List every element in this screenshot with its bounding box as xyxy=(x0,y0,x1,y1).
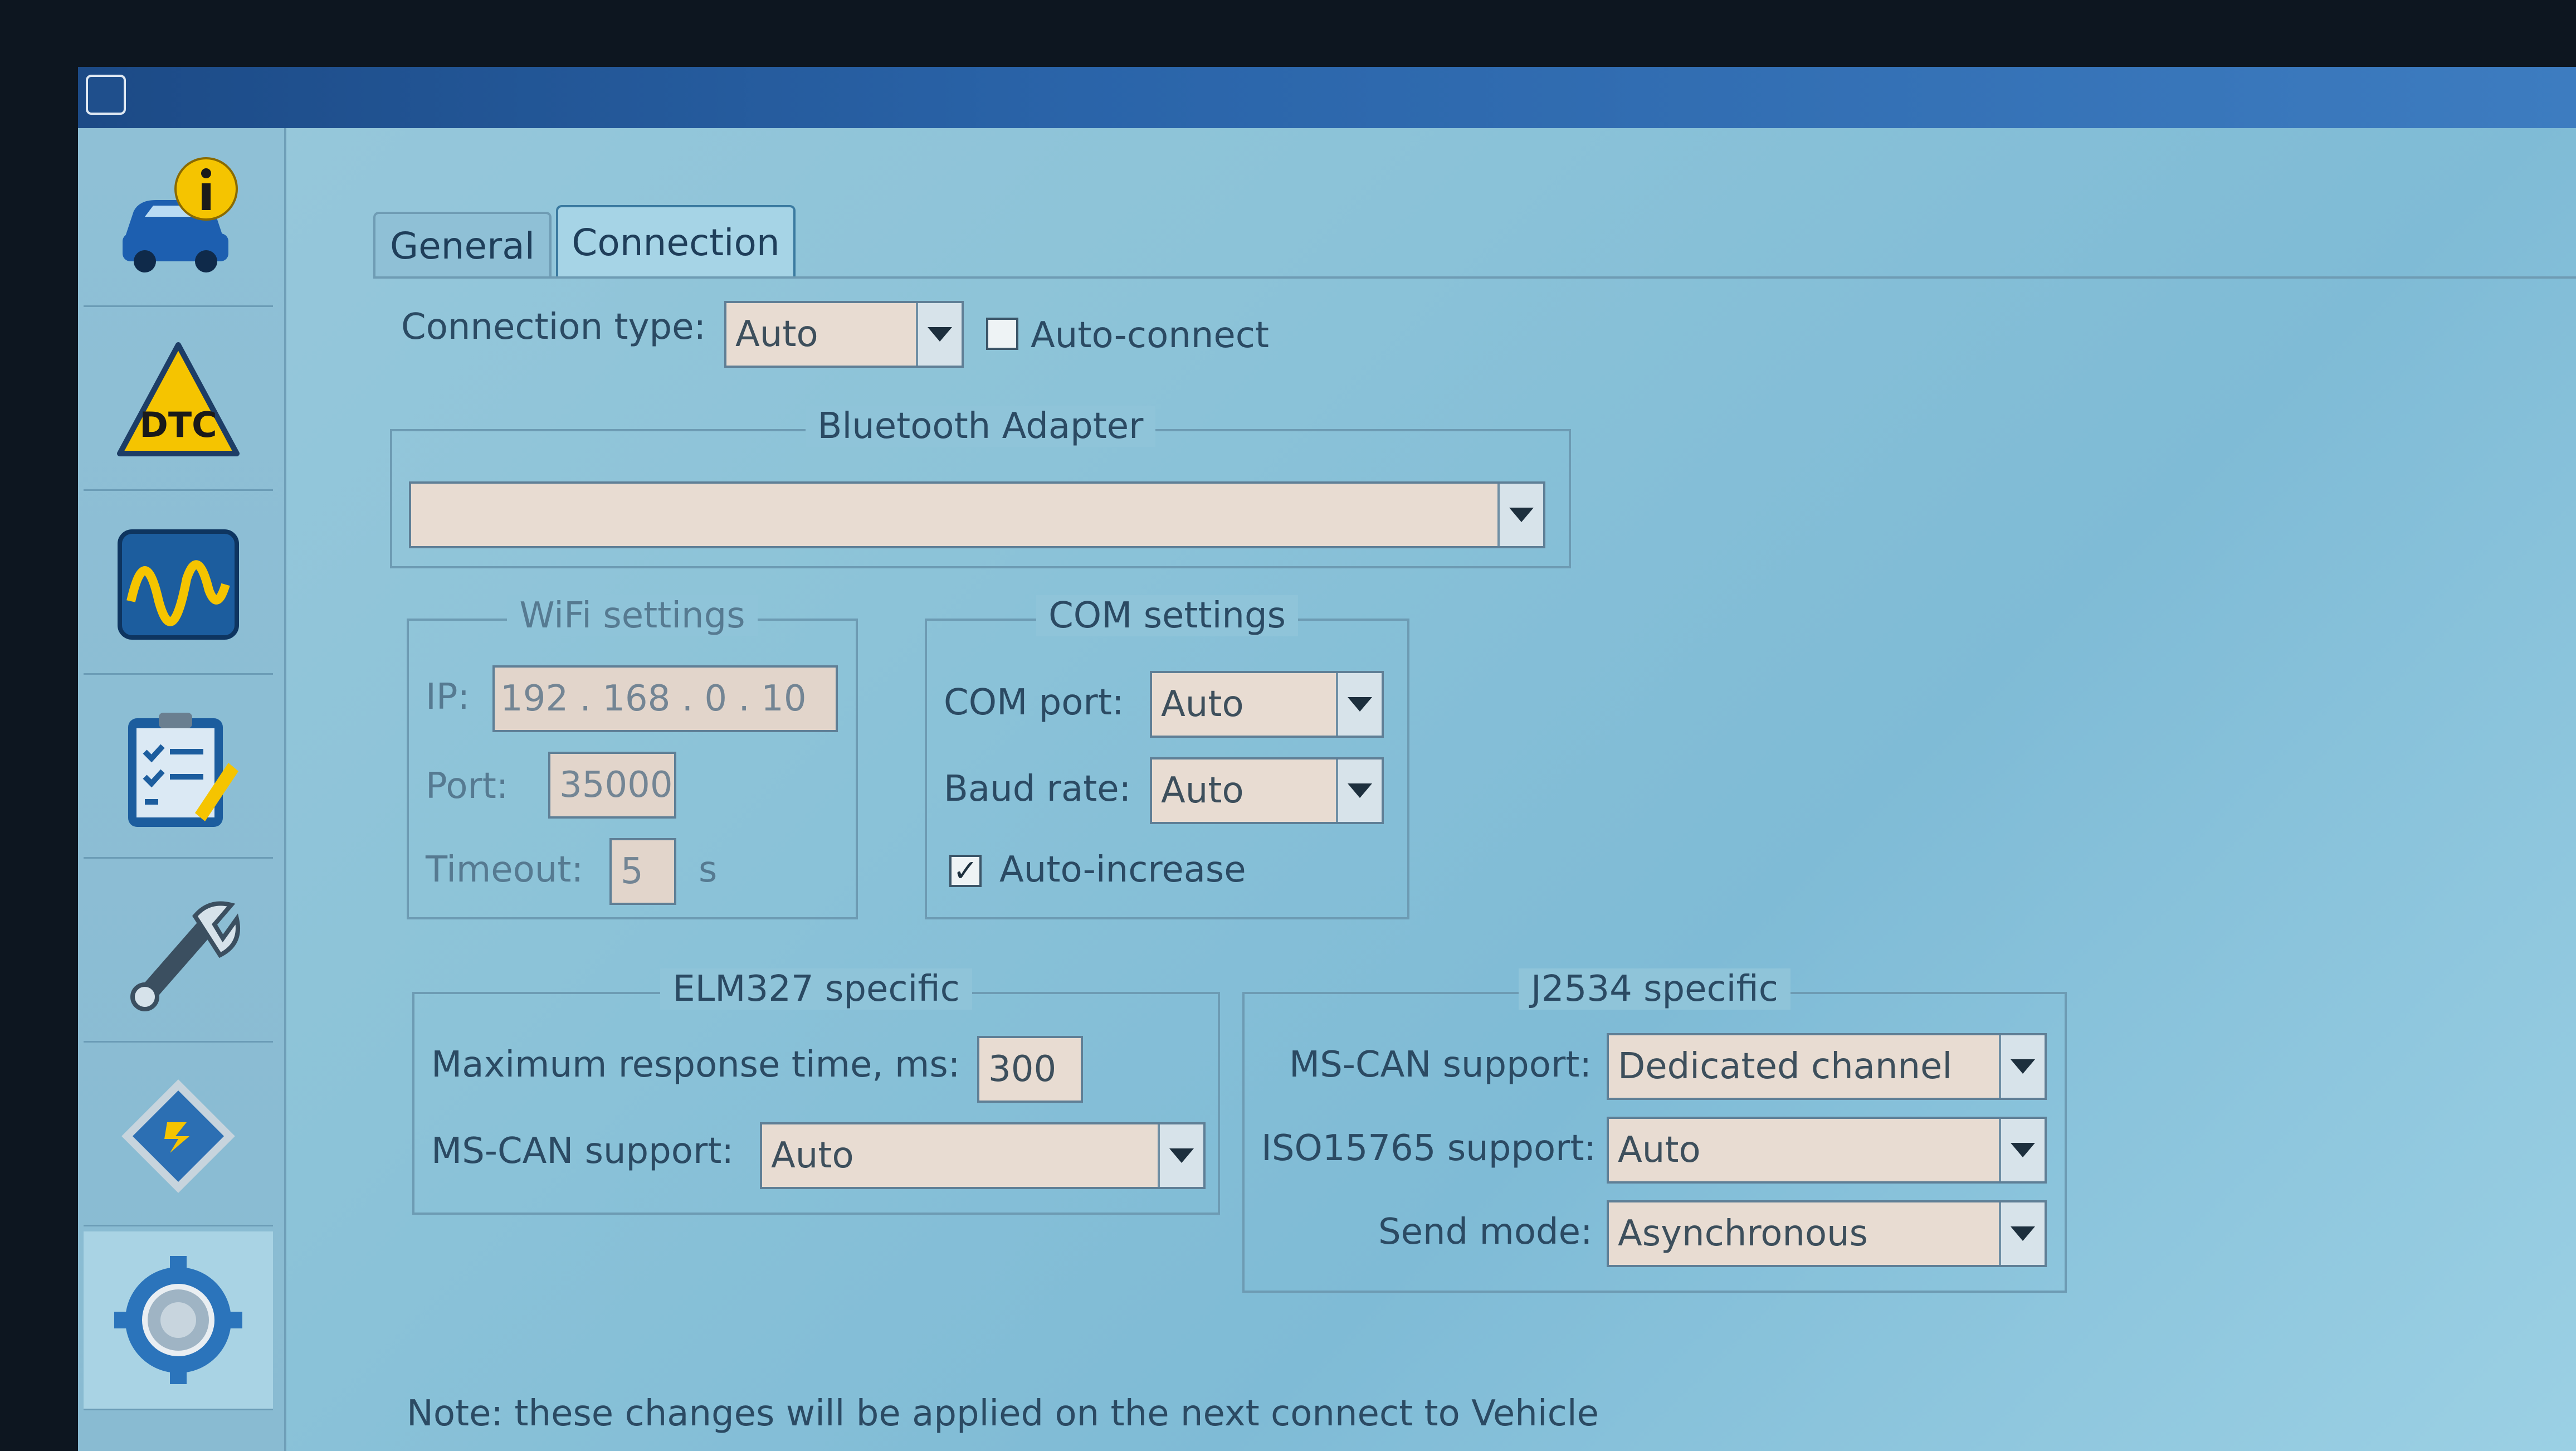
elm-mscan-value: Auto xyxy=(771,1135,854,1176)
wifi-settings-group: WiFi settings IP: 192 . 168 . 0 . 10 Por… xyxy=(407,595,858,919)
port-field[interactable]: 35000 xyxy=(548,752,676,819)
ip-octet-2: 168 xyxy=(602,678,671,719)
tab-general-label: General xyxy=(389,224,535,267)
send-mode-label: Send mode: xyxy=(1378,1211,1593,1253)
com-settings-title: COM settings xyxy=(1036,595,1298,636)
sidebar-item-ecu[interactable] xyxy=(84,1048,273,1226)
send-mode-value: Asynchronous xyxy=(1618,1213,1868,1254)
dtc-warning-icon: DTC xyxy=(117,342,240,456)
chevron-down-icon[interactable] xyxy=(1497,484,1543,546)
com-settings-group: COM settings COM port: Auto Baud rate: A… xyxy=(925,595,1409,919)
sidebar-item-tests[interactable] xyxy=(84,680,273,859)
chevron-down-icon[interactable] xyxy=(1999,1035,2045,1098)
title-bar xyxy=(78,67,2576,128)
elm-mscan-label: MS-CAN support: xyxy=(431,1131,734,1172)
settings-gear-icon xyxy=(114,1256,242,1384)
chip-icon xyxy=(121,1079,235,1193)
tab-connection[interactable]: Connection xyxy=(556,205,796,277)
sidebar-item-live-data[interactable] xyxy=(84,496,273,675)
app-window: DTC General Connection Connection type: … xyxy=(78,67,2576,1451)
chevron-down-icon[interactable] xyxy=(916,303,962,366)
com-port-select[interactable]: Auto xyxy=(1150,671,1384,738)
tab-general[interactable]: General xyxy=(373,212,552,277)
port-value: 35000 xyxy=(559,765,673,806)
ip-octet-1: 192 xyxy=(500,678,569,719)
j2534-title: J2534 specific xyxy=(1519,968,1790,1010)
timeout-field[interactable]: 5 xyxy=(609,838,676,905)
sidebar-item-service[interactable] xyxy=(84,864,273,1043)
app-logo-icon xyxy=(86,75,126,115)
ip-address-field[interactable]: 192 . 168 . 0 . 10 xyxy=(492,665,838,732)
tab-connection-label: Connection xyxy=(572,221,780,264)
j2534-mscan-select[interactable]: Dedicated channel xyxy=(1607,1033,2047,1100)
timeout-label: Timeout: xyxy=(426,849,583,890)
connection-type-label: Connection type: xyxy=(401,306,706,348)
chevron-down-icon[interactable] xyxy=(1336,673,1382,736)
max-response-value: 300 xyxy=(988,1049,1057,1090)
baud-rate-label: Baud rate: xyxy=(944,768,1131,810)
max-response-label: Maximum response time, ms: xyxy=(431,1044,960,1085)
apply-note: Note: these changes will be applied on t… xyxy=(407,1393,1599,1434)
max-response-field[interactable]: 300 xyxy=(977,1036,1083,1103)
elm-mscan-select[interactable]: Auto xyxy=(760,1122,1206,1189)
checklist-icon xyxy=(128,713,238,827)
iso15765-label: ISO15765 support: xyxy=(1261,1128,1597,1169)
iso15765-select[interactable]: Auto xyxy=(1607,1117,2047,1184)
elm327-group: ELM327 specific Maximum response time, m… xyxy=(412,968,1220,1215)
bluetooth-adapter-group: Bluetooth Adapter xyxy=(390,406,1571,568)
chevron-down-icon[interactable] xyxy=(1158,1124,1203,1187)
timeout-value: 5 xyxy=(621,851,643,892)
settings-panel: General Connection Connection type: Auto… xyxy=(290,128,2576,1451)
wrench-icon xyxy=(130,901,240,1011)
chevron-down-icon[interactable] xyxy=(1999,1119,2045,1181)
bluetooth-adapter-title: Bluetooth Adapter xyxy=(805,406,1156,447)
elm327-title: ELM327 specific xyxy=(660,968,972,1010)
chevron-down-icon[interactable] xyxy=(1336,759,1382,822)
sidebar-item-settings[interactable] xyxy=(84,1231,273,1410)
baud-rate-value: Auto xyxy=(1161,770,1244,811)
tab-divider xyxy=(373,276,2576,279)
chevron-down-icon[interactable] xyxy=(1999,1202,2045,1265)
bluetooth-adapter-select[interactable] xyxy=(409,481,1545,548)
iso15765-value: Auto xyxy=(1618,1129,1701,1171)
baud-rate-select[interactable]: Auto xyxy=(1150,757,1384,824)
j2534-group: J2534 specific MS-CAN support: Dedicated… xyxy=(1242,968,2067,1293)
port-label: Port: xyxy=(426,766,509,807)
com-port-label: COM port: xyxy=(944,682,1124,723)
sidebar-item-dtc[interactable]: DTC xyxy=(84,312,273,491)
ip-label: IP: xyxy=(426,676,470,718)
timeout-unit: s xyxy=(699,849,718,890)
j2534-mscan-value: Dedicated channel xyxy=(1618,1046,1953,1087)
auto-connect-label: Auto-connect xyxy=(1031,315,1269,356)
dtc-icon-text: DTC xyxy=(139,405,217,445)
sidebar: DTC xyxy=(78,128,286,1451)
vehicle-info-icon xyxy=(123,157,238,272)
j2534-mscan-label: MS-CAN support: xyxy=(1289,1044,1592,1085)
oscilloscope-icon xyxy=(118,529,239,640)
connection-type-value: Auto xyxy=(735,314,818,355)
auto-increase-label: Auto-increase xyxy=(999,849,1246,890)
auto-connect-checkbox[interactable] xyxy=(986,318,1018,350)
sidebar-item-vehicle-info[interactable] xyxy=(84,128,273,307)
connection-type-select[interactable]: Auto xyxy=(724,301,964,368)
ip-octet-4: 10 xyxy=(761,678,807,719)
send-mode-select[interactable]: Asynchronous xyxy=(1607,1200,2047,1267)
ip-octet-3: 0 xyxy=(704,678,728,719)
com-port-value: Auto xyxy=(1161,684,1244,725)
wifi-settings-title: WiFi settings xyxy=(507,595,758,636)
auto-increase-checkbox[interactable]: ✓ xyxy=(949,855,982,887)
